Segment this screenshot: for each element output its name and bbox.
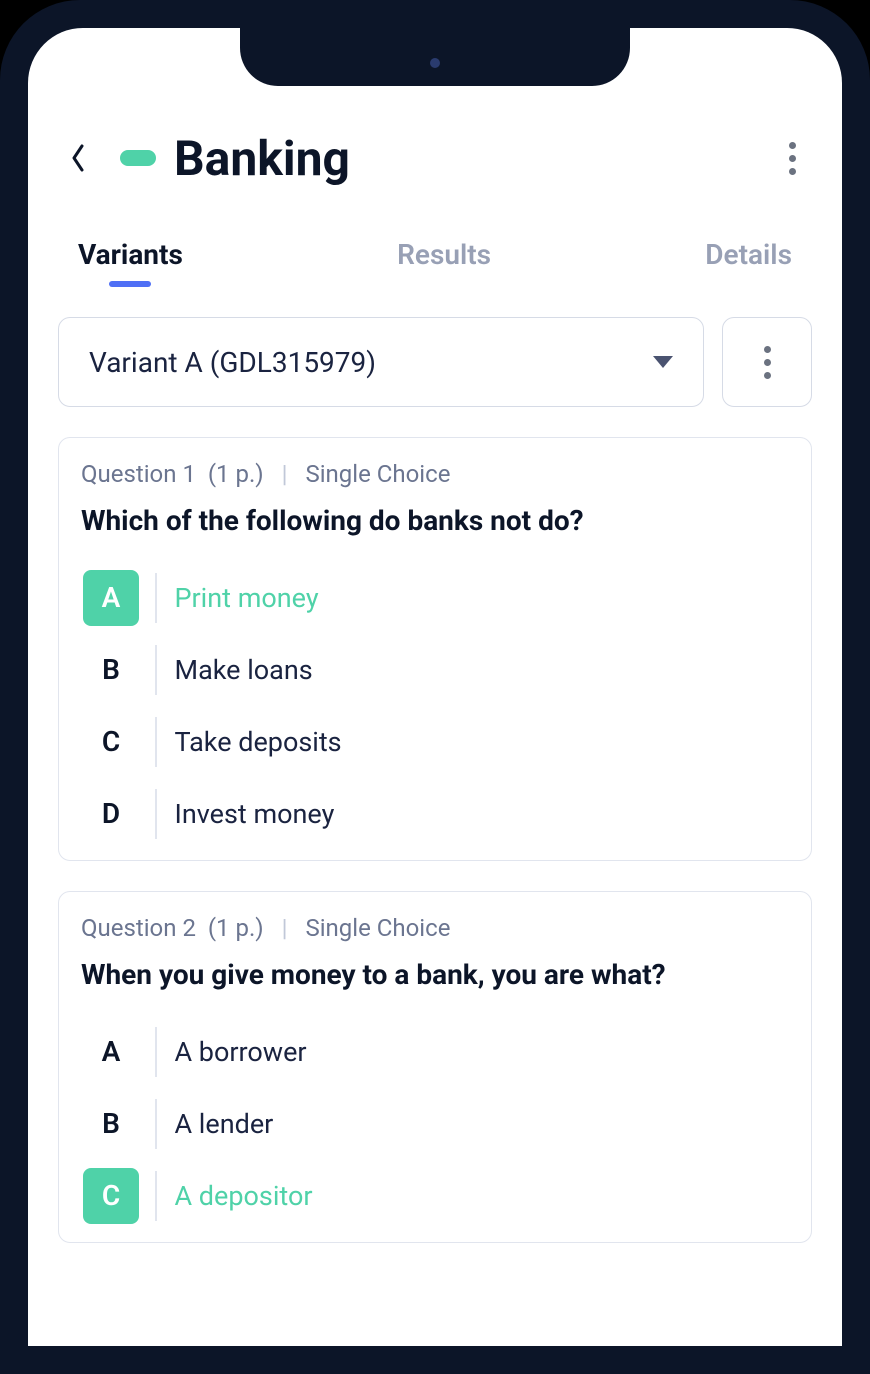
option-letter: C [83,714,139,770]
option-divider [155,1099,157,1149]
question-type: Single Choice [305,460,450,488]
phone-screen: Banking Variants Results Details Variant… [28,28,842,1346]
option-letter: C [83,1168,139,1224]
variant-more-button[interactable] [722,317,812,407]
tab-results[interactable]: Results [397,238,491,287]
answer-option[interactable]: A Print money [81,562,789,634]
option-letter: B [83,642,139,698]
more-vertical-icon [789,142,796,175]
answer-option[interactable]: D Invest money [81,778,789,850]
question-number: Question 2 [81,914,196,942]
option-divider [155,717,157,767]
caret-down-icon [653,356,673,368]
page-title: Banking [174,130,350,187]
more-vertical-icon [764,346,771,379]
option-text: Take deposits [175,726,342,758]
question-number: Question 1 [81,460,196,488]
option-text: Invest money [175,798,335,830]
chevron-left-icon [70,144,86,172]
meta-separator: | [282,460,288,488]
option-text: A depositor [175,1180,313,1212]
answer-option[interactable]: C A depositor [81,1160,789,1232]
question-card: Question 2 (1 p.) | Single Choice When y… [58,891,812,1243]
tab-details[interactable]: Details [705,238,792,287]
back-button[interactable] [58,138,98,178]
answer-option[interactable]: B A lender [81,1088,789,1160]
accent-pill-icon [120,150,156,166]
answer-option[interactable]: A A borrower [81,1016,789,1088]
question-points: (1 p.) [208,460,264,488]
answer-option[interactable]: B Make loans [81,634,789,706]
option-text: A borrower [175,1036,307,1068]
option-divider [155,645,157,695]
meta-separator: | [282,914,288,942]
question-meta: Question 2 (1 p.) | Single Choice [81,914,789,942]
option-text: A lender [175,1108,274,1140]
option-divider [155,1171,157,1221]
phone-frame: Banking Variants Results Details Variant… [0,0,870,1374]
option-letter: A [83,570,139,626]
question-points: (1 p.) [208,914,264,942]
tabs: Variants Results Details [28,198,842,287]
question-prompt: When you give money to a bank, you are w… [81,956,789,994]
option-text: Make loans [175,654,313,686]
variant-row: Variant A (GDL315979) [28,287,842,407]
option-divider [155,789,157,839]
header: Banking [28,118,842,198]
option-divider [155,1027,157,1077]
variant-select-value: Variant A (GDL315979) [89,346,376,379]
option-text: Print money [175,582,319,614]
answer-option[interactable]: C Take deposits [81,706,789,778]
option-letter: B [83,1096,139,1152]
question-type: Single Choice [305,914,450,942]
option-divider [155,573,157,623]
phone-notch [240,28,630,86]
option-letter: D [83,786,139,842]
variant-select[interactable]: Variant A (GDL315979) [58,317,704,407]
header-more-button[interactable] [772,138,812,178]
tab-variants[interactable]: Variants [78,238,183,287]
app-content: Banking Variants Results Details Variant… [28,28,842,1346]
option-letter: A [83,1024,139,1080]
question-meta: Question 1 (1 p.) | Single Choice [81,460,789,488]
question-card: Question 1 (1 p.) | Single Choice Which … [58,437,812,861]
question-prompt: Which of the following do banks not do? [81,502,789,540]
